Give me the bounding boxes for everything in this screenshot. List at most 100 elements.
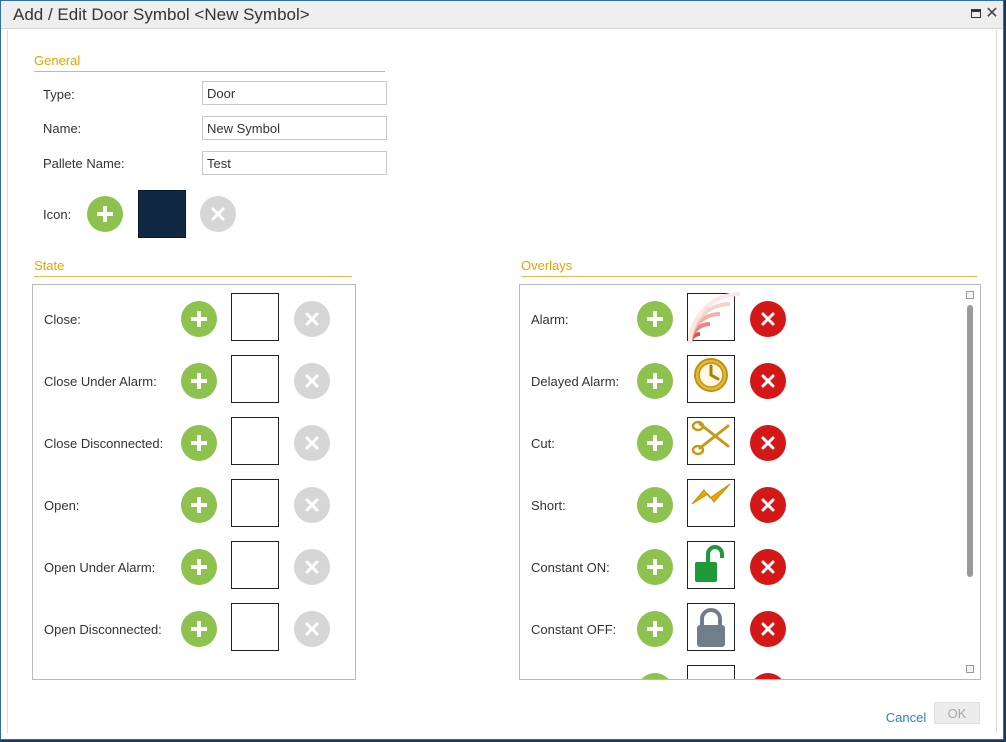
state-close-disconnected-preview <box>231 417 279 465</box>
add-state-close-disconnected-button[interactable] <box>181 425 217 461</box>
overlays-scrollbar[interactable] <box>966 291 974 673</box>
state-close-label: Close: <box>44 312 81 327</box>
maximize-icon[interactable] <box>969 7 983 21</box>
name-field[interactable] <box>202 116 387 140</box>
plus-icon <box>191 373 207 389</box>
x-icon <box>305 312 319 326</box>
overlay-delayed-alarm-label: Delayed Alarm: <box>531 374 620 389</box>
remove-state-close-button[interactable] <box>294 301 330 337</box>
state-open-preview <box>231 479 279 527</box>
scroll-down-arrow[interactable] <box>966 665 974 673</box>
plus-icon <box>647 311 663 327</box>
remove-overlay-partial-button[interactable] <box>750 673 786 679</box>
x-icon <box>761 560 775 574</box>
add-overlay-alarm-button[interactable] <box>637 301 673 337</box>
overlay-short-label: Short: <box>531 498 566 513</box>
remove-icon-button[interactable] <box>200 196 236 232</box>
remove-overlay-short-button[interactable] <box>750 487 786 523</box>
overlay-partial-preview <box>687 665 735 679</box>
cancel-button[interactable]: Cancel <box>876 706 936 728</box>
add-state-close-under-alarm-button[interactable] <box>181 363 217 399</box>
plus-icon <box>647 373 663 389</box>
overlay-constant-on-preview <box>687 541 735 589</box>
remove-overlay-constant-on-button[interactable] <box>750 549 786 585</box>
state-open-disconnected-label: Open Disconnected: <box>44 622 162 637</box>
scroll-thumb[interactable] <box>967 305 973 577</box>
plus-icon <box>191 621 207 637</box>
add-overlay-short-button[interactable] <box>637 487 673 523</box>
add-state-open-button[interactable] <box>181 487 217 523</box>
remove-state-open-button[interactable] <box>294 487 330 523</box>
remove-state-open-disconnected-button[interactable] <box>294 611 330 647</box>
type-label: Type: <box>43 87 75 102</box>
overlay-alarm-preview <box>687 292 741 345</box>
overlay-constant-off-preview <box>687 603 735 651</box>
add-overlay-cut-button[interactable] <box>637 425 673 461</box>
state-open-under-alarm-label: Open Under Alarm: <box>44 560 156 575</box>
plus-icon <box>647 435 663 451</box>
state-open-under-alarm-preview <box>231 541 279 589</box>
state-close-under-alarm-preview <box>231 355 279 403</box>
plus-icon <box>191 435 207 451</box>
remove-overlay-alarm-button[interactable] <box>750 301 786 337</box>
remove-state-close-under-alarm-button[interactable] <box>294 363 330 399</box>
title-bar[interactable]: Add / Edit Door Symbol <New Symbol> ✕ <box>1 1 1003 29</box>
dialog-content: General Type: Name: Pallete Name: Icon: … <box>7 30 997 733</box>
overlay-cut-label: Cut: <box>531 436 555 451</box>
x-icon <box>211 207 225 221</box>
state-panel: Close: Close Under Alarm: Close Disconne… <box>32 284 356 680</box>
state-section-title: State <box>34 258 352 277</box>
add-icon-button[interactable] <box>87 196 123 232</box>
x-icon <box>305 560 319 574</box>
state-close-disconnected-label: Close Disconnected: <box>44 436 164 451</box>
plus-icon <box>191 559 207 575</box>
x-icon <box>761 622 775 636</box>
x-icon <box>305 436 319 450</box>
remove-state-open-under-alarm-button[interactable] <box>294 549 330 585</box>
icon-label: Icon: <box>43 207 72 222</box>
remove-overlay-constant-off-button[interactable] <box>750 611 786 647</box>
overlay-alarm-label: Alarm: <box>531 312 569 327</box>
overlays-panel: Alarm: Delayed Alarm: Cut: Short: Consta… <box>519 284 981 680</box>
type-field[interactable] <box>202 81 387 105</box>
add-overlay-partial-button[interactable] <box>637 673 673 679</box>
state-close-preview <box>231 293 279 341</box>
palette-name-field[interactable] <box>202 151 387 175</box>
plus-icon <box>647 559 663 575</box>
state-close-under-alarm-label: Close Under Alarm: <box>44 374 157 389</box>
overlay-constant-off-label: Constant OFF: <box>531 622 617 637</box>
x-icon <box>305 498 319 512</box>
x-icon <box>305 374 319 388</box>
window-title: Add / Edit Door Symbol <New Symbol> <box>13 5 310 24</box>
name-label: Name: <box>43 121 82 136</box>
overlay-short-preview <box>687 479 735 527</box>
plus-icon <box>97 206 113 222</box>
state-open-label: Open: <box>44 498 80 513</box>
add-state-close-button[interactable] <box>181 301 217 337</box>
ok-button[interactable]: OK <box>934 702 980 724</box>
plus-icon <box>191 311 207 327</box>
add-state-open-under-alarm-button[interactable] <box>181 549 217 585</box>
remove-overlay-cut-button[interactable] <box>750 425 786 461</box>
general-section-title: General <box>34 53 385 72</box>
x-icon <box>761 312 775 326</box>
remove-state-close-disconnected-button[interactable] <box>294 425 330 461</box>
overlay-delayed-alarm-preview <box>687 355 735 403</box>
add-state-open-disconnected-button[interactable] <box>181 611 217 647</box>
state-open-disconnected-preview <box>231 603 279 651</box>
dialog-window: Add / Edit Door Symbol <New Symbol> ✕ Ge… <box>0 0 1004 740</box>
overlay-constant-on-label: Constant ON: <box>531 560 610 575</box>
plus-icon <box>191 497 207 513</box>
x-icon <box>761 436 775 450</box>
add-overlay-delayed-alarm-button[interactable] <box>637 363 673 399</box>
add-overlay-constant-off-button[interactable] <box>637 611 673 647</box>
x-icon <box>761 498 775 512</box>
close-icon[interactable]: ✕ <box>985 6 999 22</box>
icon-preview <box>138 190 186 238</box>
add-overlay-constant-on-button[interactable] <box>637 549 673 585</box>
scroll-up-arrow[interactable] <box>966 291 974 299</box>
remove-overlay-delayed-alarm-button[interactable] <box>750 363 786 399</box>
plus-icon <box>647 621 663 637</box>
palette-name-label: Pallete Name: <box>43 156 125 171</box>
overlay-cut-preview <box>687 417 735 465</box>
